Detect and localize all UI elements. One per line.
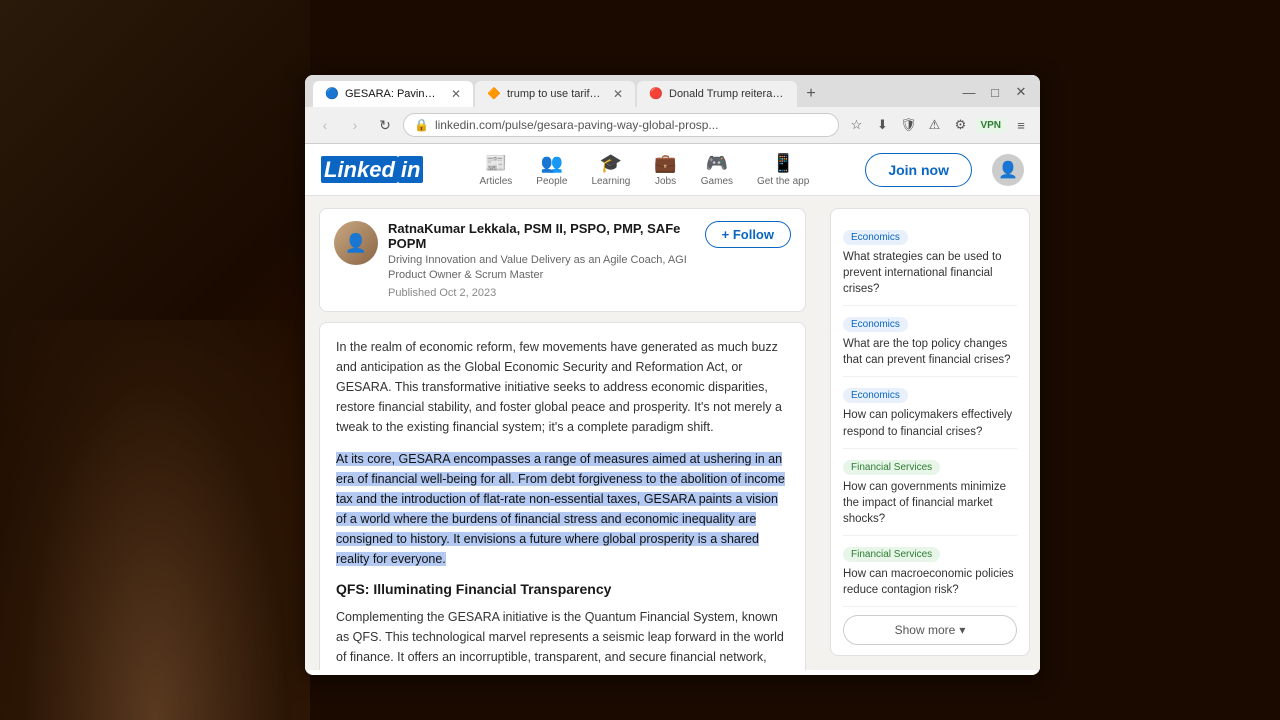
author-avatar: 👤 — [334, 221, 378, 265]
sidebar-tag-2: Economics — [843, 317, 908, 332]
show-more-label: Show more — [895, 623, 956, 637]
highlighted-text: At its core, GESARA encompasses a range … — [336, 452, 785, 566]
sidebar-item-2: Economics What are the top policy change… — [843, 306, 1017, 377]
articles-icon: 📰 — [485, 153, 507, 174]
sidebar-question-1[interactable]: What strategies can be used to prevent i… — [843, 249, 1017, 297]
page-content: Linkedin 📰 Articles 👥 People 🎓 Learning … — [305, 144, 1040, 670]
tab1-favicon: 🔵 — [325, 87, 339, 101]
article-body: In the realm of economic reform, few mov… — [319, 322, 806, 670]
webcam-person — [0, 320, 310, 720]
menu-icon[interactable]: ≡ — [1010, 114, 1032, 136]
sidebar-question-2[interactable]: What are the top policy changes that can… — [843, 336, 1017, 368]
tab1-label: GESARA: Paving the Way for G... — [345, 88, 441, 100]
sidebar-item-1: Economics What strategies can be used to… — [843, 219, 1017, 306]
sidebar-tag-4: Financial Services — [843, 460, 940, 475]
nav-jobs[interactable]: 💼 Jobs — [644, 147, 686, 193]
article-section: 👤 RatnaKumar Lekkala, PSM II, PSPO, PMP,… — [305, 196, 820, 670]
linkedin-nav: 📰 Articles 👥 People 🎓 Learning 💼 Jobs 🎮 — [443, 147, 845, 193]
forward-button[interactable]: › — [343, 113, 367, 137]
linkedin-header: Linkedin 📰 Articles 👥 People 🎓 Learning … — [305, 144, 1040, 196]
author-title: Driving Innovation and Value Delivery as… — [388, 253, 695, 284]
sidebar-item-5: Financial Services How can macroeconomic… — [843, 536, 1017, 607]
vpn-badge[interactable]: VPN — [975, 118, 1006, 133]
sidebar-question-5[interactable]: How can macroeconomic policies reduce co… — [843, 566, 1017, 598]
jobs-icon: 💼 — [654, 153, 676, 174]
logo-text: Linked — [321, 156, 398, 183]
main-area: 👤 RatnaKumar Lekkala, PSM II, PSPO, PMP,… — [305, 196, 1040, 670]
minimize-button[interactable]: — — [958, 81, 980, 103]
tab2-favicon: 🔶 — [487, 87, 501, 101]
author-date: Published Oct 2, 2023 — [388, 287, 695, 299]
games-icon: 🎮 — [706, 153, 728, 174]
author-info: RatnaKumar Lekkala, PSM II, PSPO, PMP, S… — [388, 221, 695, 299]
settings-icon[interactable]: ⚙ — [949, 114, 971, 136]
tab2-close-button[interactable]: ✕ — [613, 87, 623, 101]
download-icon[interactable]: ⬇ — [871, 114, 893, 136]
tab1-close-button[interactable]: ✕ — [451, 87, 461, 101]
author-card: 👤 RatnaKumar Lekkala, PSM II, PSPO, PMP,… — [319, 208, 806, 312]
article-highlighted: At its core, GESARA encompasses a range … — [336, 449, 789, 569]
nav-people[interactable]: 👥 People — [526, 147, 577, 193]
browser-window: 🔵 GESARA: Paving the Way for G... ✕ 🔶 tr… — [305, 75, 1040, 675]
shield-icon[interactable]: 🛡 — [897, 114, 919, 136]
user-avatar[interactable]: 👤 — [992, 154, 1024, 186]
nav-learning[interactable]: 🎓 Learning — [581, 147, 640, 193]
sidebar-item-4: Financial Services How can governments m… — [843, 449, 1017, 536]
nav-getapp[interactable]: 📱 Get the app — [747, 147, 819, 193]
logo-in: in — [398, 156, 424, 183]
close-button[interactable]: ✕ — [1010, 81, 1032, 103]
tab3-favicon: 🔴 — [649, 87, 663, 101]
browser-tab-1[interactable]: 🔵 GESARA: Paving the Way for G... ✕ — [313, 81, 473, 107]
tab3-label: Donald Trump reiterates US tariff p... — [669, 88, 785, 100]
warning-icon[interactable]: ⚠ — [923, 114, 945, 136]
nav-getapp-label: Get the app — [757, 176, 809, 187]
nav-learning-label: Learning — [591, 176, 630, 187]
sidebar-tag-3: Economics — [843, 388, 908, 403]
people-icon: 👥 — [541, 153, 563, 174]
sidebar-tag-1: Economics — [843, 230, 908, 245]
address-bar[interactable]: 🔒 linkedin.com/pulse/gesara-paving-way-g… — [403, 113, 839, 137]
sidebar: Economics What strategies can be used to… — [820, 196, 1040, 670]
article-section-heading: QFS: Illuminating Financial Transparency — [336, 581, 789, 597]
maximize-button[interactable]: □ — [984, 81, 1006, 103]
sidebar-card: Economics What strategies can be used to… — [830, 208, 1030, 656]
sidebar-question-4[interactable]: How can governments minimize the impact … — [843, 479, 1017, 527]
browser-chrome: 🔵 GESARA: Paving the Way for G... ✕ 🔶 tr… — [305, 75, 1040, 144]
back-button[interactable]: ‹ — [313, 113, 337, 137]
nav-articles-label: Articles — [480, 176, 513, 187]
author-name: RatnaKumar Lekkala, PSM II, PSPO, PMP, S… — [388, 221, 695, 251]
chevron-down-icon: ▾ — [959, 623, 965, 637]
nav-people-label: People — [536, 176, 567, 187]
tab2-label: trump to use tariffs - Brave Search — [507, 88, 603, 100]
secure-icon: 🔒 — [414, 118, 429, 132]
sidebar-tag-5: Financial Services — [843, 547, 940, 562]
nav-jobs-label: Jobs — [655, 176, 676, 187]
nav-articles[interactable]: 📰 Articles — [470, 147, 523, 193]
show-more-button[interactable]: Show more ▾ — [843, 615, 1017, 645]
address-text: linkedin.com/pulse/gesara-paving-way-glo… — [435, 118, 828, 132]
reload-button[interactable]: ↻ — [373, 113, 397, 137]
nav-games-label: Games — [701, 176, 733, 187]
browser-tab-3[interactable]: 🔴 Donald Trump reiterates US tariff p... — [637, 81, 797, 107]
nav-games[interactable]: 🎮 Games — [691, 147, 743, 193]
browser-tab-2[interactable]: 🔶 trump to use tariffs - Brave Search ✕ — [475, 81, 635, 107]
learning-icon: 🎓 — [600, 153, 622, 174]
follow-button[interactable]: + Follow — [705, 221, 791, 248]
linkedin-logo[interactable]: Linkedin — [321, 157, 423, 183]
sidebar-question-3[interactable]: How can policymakers effectively respond… — [843, 407, 1017, 439]
getapp-icon: 📱 — [772, 153, 794, 174]
new-tab-button[interactable]: + — [799, 82, 823, 106]
article-intro: In the realm of economic reform, few mov… — [336, 337, 789, 437]
sidebar-item-3: Economics How can policymakers effective… — [843, 377, 1017, 448]
bookmark-icon[interactable]: ☆ — [845, 114, 867, 136]
join-now-button[interactable]: Join now — [865, 153, 972, 187]
browser-tabs: 🔵 GESARA: Paving the Way for G... ✕ 🔶 tr… — [305, 75, 1040, 107]
toolbar-icons: ☆ ⬇ 🛡 ⚠ ⚙ VPN ≡ — [845, 114, 1032, 136]
article-section-text: Complementing the GESARA initiative is t… — [336, 607, 789, 670]
browser-toolbar: ‹ › ↻ 🔒 linkedin.com/pulse/gesara-paving… — [305, 107, 1040, 143]
